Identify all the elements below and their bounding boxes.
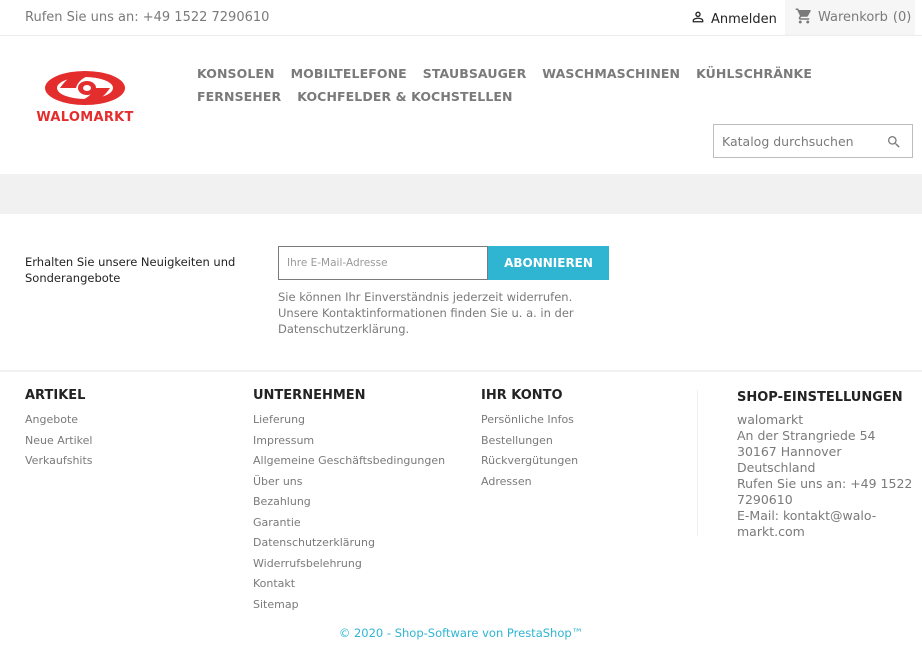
store-city: 30167 Hannover (737, 444, 842, 459)
footer-link-agb[interactable]: Allgemeine Geschäftsbedingungen (253, 451, 445, 472)
copyright-link[interactable]: © 2020 - Shop-Software von PrestaShop™ (0, 626, 922, 640)
site-header: WALOMARKT KONSOLEN MOBILTELEFONE STAUBSAUG… (0, 36, 922, 174)
footer-link-lieferung[interactable]: Lieferung (253, 410, 445, 431)
newsletter-label: Erhalten Sie unsere Neuigkeiten und Sond… (25, 255, 236, 285)
shopping-cart-icon (795, 7, 813, 29)
contact-phone: Rufen Sie uns an: +49 1522 7290610 (25, 10, 270, 25)
top-bar: Rufen Sie uns an: +49 1522 7290610 Anmel… (0, 0, 922, 36)
footer-col-shop: SHOP-EINSTELLUNGEN walomarkt An der Stra… (697, 390, 917, 539)
footer-col-artikel: ARTIKEL Angebote Neue Artikel Verkaufshi… (25, 388, 93, 472)
menu-item-kuehlschraenke[interactable]: KÜHLSCHRÄNKE (696, 62, 812, 85)
footer-shop-title: SHOP-EINSTELLUNGEN (737, 390, 903, 405)
search-icon[interactable] (886, 134, 902, 154)
site-footer: ARTIKEL Angebote Neue Artikel Verkaufshi… (0, 372, 922, 650)
newsletter-email-input[interactable] (278, 246, 488, 280)
store-info: walomarkt An der Strangriede 54 30167 Ha… (737, 412, 917, 540)
cart-label: Warenkorb (818, 10, 888, 25)
footer-link-angebote[interactable]: Angebote (25, 410, 93, 431)
footer-konto-title: IHR KONTO (481, 388, 563, 403)
footer-col-konto: IHR KONTO Persönliche Infos Bestellungen… (481, 388, 578, 493)
footer-link-kontakt[interactable]: Kontakt (253, 574, 445, 595)
walomarkt-logo[interactable]: WALOMARKT (30, 66, 140, 126)
footer-link-ueber-uns[interactable]: Über uns (253, 472, 445, 493)
footer-link-datenschutz[interactable]: Datenschutzerklärung (253, 533, 445, 554)
cart-count: (0) (892, 10, 912, 25)
cart-button[interactable]: Warenkorb (0) (785, 0, 915, 35)
footer-link-impressum[interactable]: Impressum (253, 431, 445, 452)
footer-link-rueckverguetungen[interactable]: Rückvergütungen (481, 451, 578, 472)
menu-item-fernseher[interactable]: FERNSEHER (197, 85, 281, 108)
footer-link-adressen[interactable]: Adressen (481, 472, 578, 493)
store-email[interactable]: E-Mail: kontakt@walo-markt.com (737, 508, 917, 540)
subscribe-button[interactable]: ABONNIEREN (488, 246, 609, 280)
main-menu: KONSOLEN MOBILTELEFONE STAUBSAUGER WASCHMAS… (197, 62, 907, 108)
store-name: walomarkt (737, 412, 804, 427)
store-country: Deutschland (737, 460, 816, 475)
footer-link-garantie[interactable]: Garantie (253, 513, 445, 534)
logo-mark (45, 71, 125, 105)
menu-item-waschmaschinen[interactable]: WASCHMASCHINEN (542, 62, 680, 85)
footer-artikel-title: ARTIKEL (25, 388, 86, 403)
newsletter-block: Erhalten Sie unsere Neuigkeiten und Sond… (0, 214, 922, 372)
newsletter-note: Sie können Ihr Einverständnis jederzeit … (278, 290, 574, 336)
footer-link-neue-artikel[interactable]: Neue Artikel (25, 431, 93, 452)
user-icon (690, 9, 706, 29)
login-link[interactable]: Anmelden (690, 9, 777, 29)
menu-item-mobiltelefone[interactable]: MOBILTELEFONE (291, 62, 407, 85)
footer-link-sitemap[interactable]: Sitemap (253, 595, 445, 616)
menu-item-staubsauger[interactable]: STAUBSAUGER (423, 62, 527, 85)
content-band (0, 174, 922, 214)
footer-unternehmen-title: UNTERNEHMEN (253, 388, 366, 403)
store-phone: Rufen Sie uns an: +49 1522 7290610 (737, 476, 913, 507)
logo-text: WALOMARKT (36, 110, 134, 125)
menu-item-konsolen[interactable]: KONSOLEN (197, 62, 275, 85)
store-street: An der Strangriede 54 (737, 428, 876, 443)
search-widget (713, 124, 913, 158)
footer-link-widerruf[interactable]: Widerrufsbelehrung (253, 554, 445, 575)
footer-link-persoenliche-infos[interactable]: Persönliche Infos (481, 410, 578, 431)
footer-link-verkaufshits[interactable]: Verkaufshits (25, 451, 93, 472)
menu-item-kochfelder[interactable]: KOCHFELDER & KOCHSTELLEN (297, 85, 512, 108)
login-label: Anmelden (711, 11, 777, 27)
footer-link-bestellungen[interactable]: Bestellungen (481, 431, 578, 452)
footer-col-unternehmen: UNTERNEHMEN Lieferung Impressum Allgemei… (253, 388, 445, 615)
footer-link-bezahlung[interactable]: Bezahlung (253, 492, 445, 513)
search-input[interactable] (714, 125, 879, 157)
